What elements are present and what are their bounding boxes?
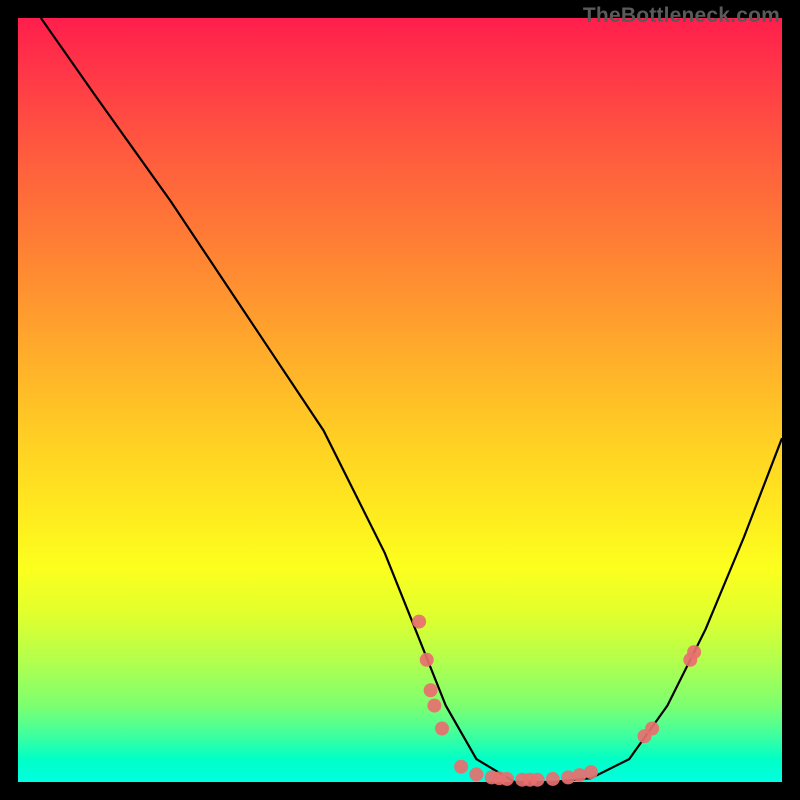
chart-markers: [412, 615, 701, 787]
chart-data-point: [584, 765, 598, 779]
chart-data-point: [454, 760, 468, 774]
chart-data-point: [469, 767, 483, 781]
chart-data-point: [500, 772, 514, 786]
chart-svg: [18, 18, 782, 782]
chart-data-point: [645, 722, 659, 736]
chart-data-point: [427, 699, 441, 713]
chart-data-point: [546, 772, 560, 786]
chart-data-point: [420, 653, 434, 667]
bottleneck-curve: [41, 18, 782, 782]
chart-data-point: [424, 683, 438, 697]
chart-data-point: [687, 645, 701, 659]
chart-data-point: [435, 722, 449, 736]
chart-data-point: [531, 773, 545, 787]
chart-data-point: [412, 615, 426, 629]
